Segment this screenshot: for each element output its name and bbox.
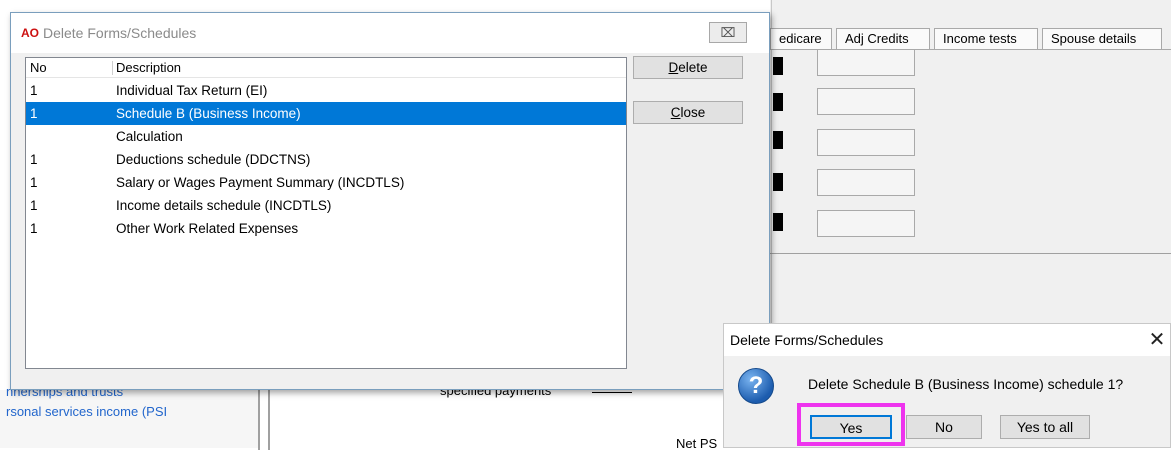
delete-mnemonic: D — [668, 60, 679, 75]
background-field[interactable] — [817, 129, 915, 156]
tab-spouse-details[interactable]: Spouse details — [1042, 28, 1162, 50]
tab-adj-credits[interactable]: Adj Credits — [836, 28, 930, 50]
question-icon: ? — [738, 368, 774, 404]
list-item[interactable]: 1 Schedule B (Business Income) — [26, 102, 626, 125]
list-item-no: 1 — [30, 106, 38, 121]
confirm-dialog: Delete Forms/Schedules ✕ ? Delete Schedu… — [723, 323, 1171, 448]
list-item-description: Salary or Wages Payment Summary (INCDTLS… — [116, 175, 405, 190]
list-item-description: Income details schedule (INCDTLS) — [116, 198, 332, 213]
yes-highlight-box — [797, 403, 905, 446]
vertical-separator — [268, 390, 270, 450]
field-marker — [773, 93, 783, 111]
background-field[interactable] — [817, 210, 915, 237]
panel-separator — [770, 253, 1171, 254]
field-marker — [773, 213, 783, 231]
list-item[interactable]: 1 Individual Tax Return (EI) — [26, 79, 626, 102]
delete-button[interactable]: Delete — [633, 56, 743, 79]
list-item-no: 1 — [30, 83, 38, 98]
column-divider — [112, 61, 113, 75]
delete-label: elete — [678, 60, 708, 75]
list-item-no: 1 — [30, 221, 38, 236]
tab-income-tests[interactable]: Income tests — [934, 28, 1038, 50]
confirm-message: Delete Schedule B (Business Income) sche… — [808, 376, 1124, 392]
list-item[interactable]: 1 Income details schedule (INCDTLS) — [26, 194, 626, 217]
close-icon[interactable]: ⌧ — [709, 22, 747, 43]
no-button[interactable]: No — [906, 415, 982, 439]
column-header-no[interactable]: No — [30, 58, 47, 78]
list-item-description: Other Work Related Expenses — [116, 221, 299, 236]
background-field[interactable] — [817, 169, 915, 196]
list-item-description: Deductions schedule (DDCTNS) — [116, 152, 311, 167]
confirm-title: Delete Forms/Schedules — [730, 332, 884, 348]
list-item[interactable]: 1 Deductions schedule (DDCTNS) — [26, 148, 626, 171]
dialog-title-bar: AO Delete Forms/Schedules ⌧ — [11, 13, 769, 53]
forms-list[interactable]: No Description 1 Individual Tax Return (E… — [25, 57, 627, 369]
sidebar-link-psi[interactable]: rsonal services income (PSI — [6, 404, 167, 419]
list-item[interactable]: 1 Other Work Related Expenses — [26, 217, 626, 240]
field-marker — [773, 173, 783, 191]
tab-medicare[interactable]: edicare — [770, 28, 832, 50]
list-item-description: Individual Tax Return (EI) — [116, 83, 268, 98]
list-item-no: 1 — [30, 175, 38, 190]
list-item-no: 1 — [30, 198, 38, 213]
confirm-title-bar: Delete Forms/Schedules ✕ — [724, 324, 1170, 356]
payments-line — [592, 392, 632, 393]
background-field[interactable] — [817, 49, 915, 76]
delete-forms-dialog: AO Delete Forms/Schedules ⌧ No Descripti… — [10, 12, 770, 390]
list-item-description: Calculation — [116, 129, 183, 144]
list-item[interactable]: Calculation — [26, 125, 626, 148]
net-psi-label: Net PS — [676, 436, 718, 451]
close-label: lose — [680, 105, 706, 120]
close-icon[interactable]: ✕ — [1144, 326, 1170, 354]
field-marker — [773, 131, 783, 149]
vertical-separator — [258, 390, 260, 450]
close-button[interactable]: Close — [633, 101, 743, 124]
background-field[interactable] — [817, 88, 915, 115]
list-item[interactable]: 1 Salary or Wages Payment Summary (INCDTL… — [26, 171, 626, 194]
list-item-description: Schedule B (Business Income) — [116, 106, 301, 121]
dialog-title: Delete Forms/Schedules — [43, 25, 197, 41]
field-marker — [773, 57, 783, 75]
list-item-no: 1 — [30, 152, 38, 167]
ao-logo-icon: AO — [21, 26, 39, 40]
column-header-description[interactable]: Description — [116, 58, 182, 78]
yes-to-all-button[interactable]: Yes to all — [1000, 415, 1090, 439]
